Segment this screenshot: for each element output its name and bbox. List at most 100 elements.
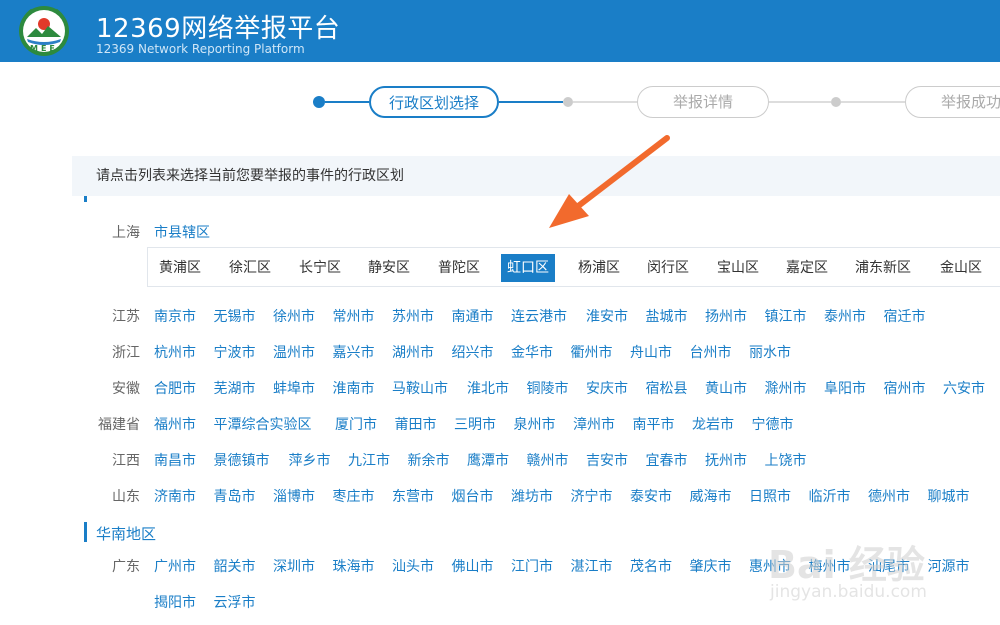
district-item[interactable]: 金山区 <box>934 254 988 282</box>
city-link[interactable]: 舟山市 <box>630 342 672 362</box>
city-link[interactable]: 汕尾市 <box>868 556 910 576</box>
city-link[interactable]: 泰安市 <box>630 486 672 506</box>
city-link[interactable]: 六安市 <box>943 378 985 398</box>
city-link[interactable]: 宿州市 <box>884 378 926 398</box>
city-link[interactable]: 南昌市 <box>154 450 196 470</box>
city-link[interactable]: 湖州市 <box>392 342 434 362</box>
city-link[interactable]: 湛江市 <box>571 556 613 576</box>
city-link[interactable]: 盐城市 <box>646 306 688 326</box>
city-link[interactable]: 厦门市 <box>335 414 377 434</box>
city-link[interactable]: 景德镇市 <box>214 450 270 470</box>
city-link[interactable]: 梅州市 <box>809 556 851 576</box>
city-link[interactable]: 临沂市 <box>809 486 851 506</box>
city-link[interactable]: 泉州市 <box>514 414 556 434</box>
shanghai-county-link[interactable]: 市县辖区 <box>154 222 210 242</box>
city-link[interactable]: 三明市 <box>454 414 496 434</box>
city-link[interactable]: 绍兴市 <box>452 342 494 362</box>
city-link[interactable]: 台州市 <box>690 342 732 362</box>
city-link[interactable]: 无锡市 <box>214 306 256 326</box>
city-link[interactable]: 衢州市 <box>571 342 613 362</box>
city-link[interactable]: 茂名市 <box>630 556 672 576</box>
city-link[interactable]: 上饶市 <box>765 450 807 470</box>
city-link[interactable]: 聊城市 <box>928 486 970 506</box>
city-link[interactable]: 吉安市 <box>586 450 628 470</box>
district-item[interactable]: 闵行区 <box>641 254 695 282</box>
city-link[interactable]: 广州市 <box>154 556 196 576</box>
city-link[interactable]: 鹰潭市 <box>467 450 509 470</box>
city-link[interactable]: 杭州市 <box>154 342 196 362</box>
city-link[interactable]: 南通市 <box>452 306 494 326</box>
city-link[interactable]: 赣州市 <box>527 450 569 470</box>
city-link[interactable]: 连云港市 <box>511 306 567 326</box>
city-link[interactable]: 福州市 <box>154 414 196 434</box>
city-link[interactable]: 蚌埠市 <box>273 378 315 398</box>
city-link[interactable]: 金华市 <box>511 342 553 362</box>
city-link[interactable]: 新余市 <box>408 450 450 470</box>
city-link[interactable]: 潍坊市 <box>511 486 553 506</box>
city-link[interactable]: 珠海市 <box>333 556 375 576</box>
city-link[interactable]: 扬州市 <box>705 306 747 326</box>
city-link[interactable]: 淮北市 <box>467 378 509 398</box>
city-link[interactable]: 丽水市 <box>749 342 791 362</box>
city-link[interactable]: 嘉兴市 <box>333 342 375 362</box>
city-link[interactable]: 济南市 <box>154 486 196 506</box>
district-item[interactable]: 长宁区 <box>293 254 347 282</box>
city-link[interactable]: 德州市 <box>868 486 910 506</box>
city-link[interactable]: 日照市 <box>749 486 791 506</box>
district-item[interactable]: 黄浦区 <box>153 254 207 282</box>
city-link[interactable]: 铜陵市 <box>527 378 569 398</box>
city-link[interactable]: 徐州市 <box>273 306 315 326</box>
city-link[interactable]: 宜春市 <box>646 450 688 470</box>
city-link[interactable]: 莆田市 <box>395 414 437 434</box>
city-link[interactable]: 龙岩市 <box>692 414 734 434</box>
city-link[interactable]: 南平市 <box>633 414 675 434</box>
city-link[interactable]: 威海市 <box>690 486 732 506</box>
city-link[interactable]: 马鞍山市 <box>392 378 448 398</box>
city-link[interactable]: 淮南市 <box>333 378 375 398</box>
city-link[interactable]: 芜湖市 <box>214 378 256 398</box>
district-item[interactable]: 嘉定区 <box>780 254 834 282</box>
city-link[interactable]: 河源市 <box>928 556 970 576</box>
city-link[interactable]: 淮安市 <box>586 306 628 326</box>
district-item[interactable]: 杨浦区 <box>572 254 626 282</box>
city-link[interactable]: 青岛市 <box>214 486 256 506</box>
city-link[interactable]: 烟台市 <box>452 486 494 506</box>
district-item[interactable]: 静安区 <box>362 254 416 282</box>
city-link[interactable]: 抚州市 <box>705 450 747 470</box>
city-link[interactable]: 宁波市 <box>214 342 256 362</box>
city-link[interactable]: 常州市 <box>333 306 375 326</box>
city-link[interactable]: 苏州市 <box>392 306 434 326</box>
city-link[interactable]: 平潭综合实验区 <box>214 414 312 434</box>
city-link[interactable]: 枣庄市 <box>333 486 375 506</box>
city-link[interactable]: 济宁市 <box>571 486 613 506</box>
city-link[interactable]: 揭阳市 <box>154 592 196 612</box>
city-link[interactable]: 温州市 <box>273 342 315 362</box>
city-link[interactable]: 东营市 <box>392 486 434 506</box>
city-link[interactable]: 漳州市 <box>573 414 615 434</box>
city-link[interactable]: 安庆市 <box>586 378 628 398</box>
city-link[interactable]: 南京市 <box>154 306 196 326</box>
city-link[interactable]: 宿迁市 <box>884 306 926 326</box>
city-link[interactable]: 萍乡市 <box>289 450 331 470</box>
city-link[interactable]: 宁德市 <box>752 414 794 434</box>
district-item[interactable]: 宝山区 <box>711 254 765 282</box>
district-item[interactable]: 普陀区 <box>432 254 486 282</box>
city-link[interactable]: 泰州市 <box>824 306 866 326</box>
city-link[interactable]: 云浮市 <box>214 592 256 612</box>
city-link[interactable]: 合肥市 <box>154 378 196 398</box>
city-link[interactable]: 汕头市 <box>392 556 434 576</box>
city-link[interactable]: 淄博市 <box>273 486 315 506</box>
city-link[interactable]: 韶关市 <box>214 556 256 576</box>
city-link[interactable]: 肇庆市 <box>690 556 732 576</box>
district-item[interactable]: 浦东新区 <box>849 254 917 282</box>
city-link[interactable]: 深圳市 <box>273 556 315 576</box>
district-item[interactable]: 徐汇区 <box>223 254 277 282</box>
city-link[interactable]: 江门市 <box>511 556 553 576</box>
city-link[interactable]: 宿松县 <box>646 378 688 398</box>
city-link[interactable]: 九江市 <box>348 450 390 470</box>
city-link[interactable]: 黄山市 <box>705 378 747 398</box>
city-link[interactable]: 镇江市 <box>765 306 807 326</box>
city-link[interactable]: 惠州市 <box>749 556 791 576</box>
city-link[interactable]: 佛山市 <box>452 556 494 576</box>
region-list[interactable]: 上海 市县辖区 黄浦区 徐汇区 长宁区 静安区 普陀区 虹口区 杨浦区 闵行区 … <box>0 196 1000 625</box>
